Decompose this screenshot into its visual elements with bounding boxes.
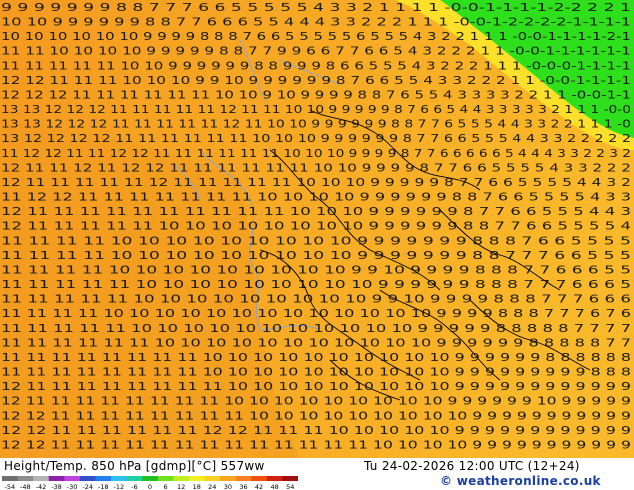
value-row: 12 11 11 11 11 11 10 10 10 10 10 10 10 1…: [1, 220, 631, 233]
value-row: 11 11 11 11 10 10 10 10 10 10 10 10 10 9…: [1, 263, 631, 276]
legend-swatch: [142, 476, 159, 481]
model-label: 557ww: [220, 459, 265, 473]
credit-link[interactable]: © weatheronline.co.uk: [440, 474, 601, 488]
value-row: 10 10 9 9 9 9 9 9 8 8 7 7 6 6 6 5 5 4 4 …: [1, 16, 631, 29]
value-row: 11 11 10 10 10 10 9 9 9 9 9 8 8 7 7 9 9 …: [1, 45, 631, 58]
legend-label: -12: [114, 483, 125, 490]
legend-swatch: [79, 476, 96, 481]
value-row: 11 11 11 11 10 10 10 10 10 10 10 10 10 9…: [1, 249, 631, 262]
value-row: 11 11 11 11 11 11 11 11 10 10 10 10 10 1…: [1, 351, 631, 364]
legend-swatch: [64, 476, 81, 481]
value-row: 11 11 11 11 10 10 10 10 10 10 10 10 10 1…: [1, 307, 631, 320]
value-row: 11 11 11 11 11 10 10 10 10 10 10 10 10 1…: [1, 278, 631, 291]
legend-label: -18: [98, 483, 109, 490]
value-row: 13 12 12 12 12 11 11 11 11 11 11 10 10 1…: [1, 132, 631, 145]
value-row: 11 11 11 11 11 10 10 9 9 9 9 9 9 8 8 9 9…: [1, 59, 631, 72]
value-row: 12 12 12 11 11 11 11 11 11 10 10 9 10 9 …: [1, 88, 631, 101]
value-row: 12 11 11 11 11 11 11 11 11 10 10 10 10 1…: [1, 380, 631, 393]
value-row: 12 12 11 11 11 11 11 11 11 11 10 10 10 1…: [1, 409, 631, 422]
legend-swatch: [282, 476, 298, 481]
legend-swatch: [204, 476, 221, 481]
legend-swatch: [111, 476, 128, 481]
value-row: 12 12 11 11 11 11 11 11 12 12 11 11 11 1…: [1, 424, 631, 437]
legend-swatch: [17, 476, 34, 481]
legend-label: 42: [255, 483, 263, 490]
legend-label: 24: [208, 483, 216, 490]
legend-label: 54: [286, 483, 294, 490]
legend-label: -42: [36, 483, 47, 490]
legend-swatch: [251, 476, 268, 481]
weather-map-view: 9 9 9 9 9 9 9 8 8 7 7 7 6 6 5 5 5 5 5 4 …: [0, 0, 634, 490]
value-row: 11 11 11 11 11 10 10 10 10 10 10 10 10 1…: [1, 293, 631, 306]
value-row: 11 11 11 11 11 11 11 11 10 10 10 10 10 1…: [1, 366, 631, 379]
legend-swatch: [235, 476, 252, 481]
legend-label: -38: [51, 483, 62, 490]
value-row: 12 12 11 11 11 10 10 10 9 9 10 9 9 9 9 9…: [1, 74, 631, 87]
legend-label: 36: [239, 483, 247, 490]
legend-swatch: [266, 476, 283, 481]
legend-label: -54: [4, 483, 15, 490]
legend-label: 30: [224, 483, 232, 490]
value-row: 12 11 11 12 11 12 12 11 11 11 11 11 11 1…: [1, 161, 631, 174]
value-row: 13 13 12 12 12 11 11 11 11 11 12 11 10 1…: [1, 118, 631, 131]
map-footer: Height/Temp. 850 hPa [gdmp][°C] 557ww Tu…: [0, 458, 634, 490]
value-row: 11 12 12 11 11 11 11 11 11 11 10 10 10 1…: [1, 191, 631, 204]
value-row: 11 11 11 11 11 10 10 10 10 10 10 10 10 1…: [1, 322, 631, 335]
color-scale-legend: -54 -48 -42 -38 -30 -24 -18 -12 -6 0 6 12 18 24 30 36 42…: [2, 476, 298, 490]
value-row: 13 13 12 12 12 11 11 11 11 11 12 11 11 1…: [1, 103, 631, 116]
value-row: 12 11 11 11 11 11 12 11 11 11 11 11 10 1…: [1, 176, 631, 189]
legend-label: 18: [193, 483, 201, 490]
temperature-map: 9 9 9 9 9 9 9 8 8 7 7 7 6 6 5 5 5 5 5 4 …: [0, 0, 634, 458]
legend-swatch: [188, 476, 206, 481]
legend-swatch: [126, 476, 143, 481]
value-row: 12 11 11 11 11 11 11 11 11 11 11 10 10 1…: [1, 205, 631, 218]
legend-label: 0: [148, 483, 152, 490]
legend-swatch: [157, 476, 174, 481]
value-row: 11 12 12 11 11 12 12 11 11 11 11 11 11 1…: [1, 147, 631, 160]
value-row: 11 11 11 11 11 11 10 10 10 10 10 10 10 1…: [1, 336, 631, 349]
legend-swatch: [48, 476, 65, 481]
legend-swatch: [2, 476, 19, 481]
legend-label: 12: [177, 483, 185, 490]
legend-swatch: [220, 476, 237, 481]
legend-label: -6: [131, 483, 137, 490]
value-row: 12 11 11 11 11 11 11 11 11 10 10 10 10 1…: [1, 395, 631, 408]
value-row: 9 9 9 9 9 9 9 8 8 7 7 7 6 6 5 5 5 5 5 4 …: [1, 1, 631, 14]
legend-label: 6: [164, 483, 168, 490]
legend-swatch: [173, 476, 190, 481]
legend-label: 48: [270, 483, 278, 490]
value-row: 11 11 11 11 10 10 10 10 10 10 10 10 10 9…: [1, 234, 631, 247]
legend-swatch: [33, 476, 50, 481]
legend-label: -24: [82, 483, 93, 490]
value-row: 10 10 10 10 10 10 9 9 9 9 8 8 8 7 6 6 5 …: [1, 30, 631, 43]
temperature-values: 9 9 9 9 9 9 9 8 8 7 7 7 6 6 5 5 5 5 5 4 …: [1, 1, 631, 451]
legend-swatch: [95, 476, 112, 481]
map-title: Height/Temp. 850 hPa [gdmp][°C] 557ww: [4, 459, 265, 473]
legend-label: -30: [67, 483, 78, 490]
value-row: 12 12 11 11 11 11 11 11 11 11 11 11 11 1…: [1, 438, 631, 451]
variable-label: Height/Temp. 850 hPa [gdmp][°C]: [4, 459, 217, 473]
valid-time: Tu 24-02-2026 12:00 UTC (12+24): [364, 459, 580, 473]
legend-label: -48: [20, 483, 31, 490]
